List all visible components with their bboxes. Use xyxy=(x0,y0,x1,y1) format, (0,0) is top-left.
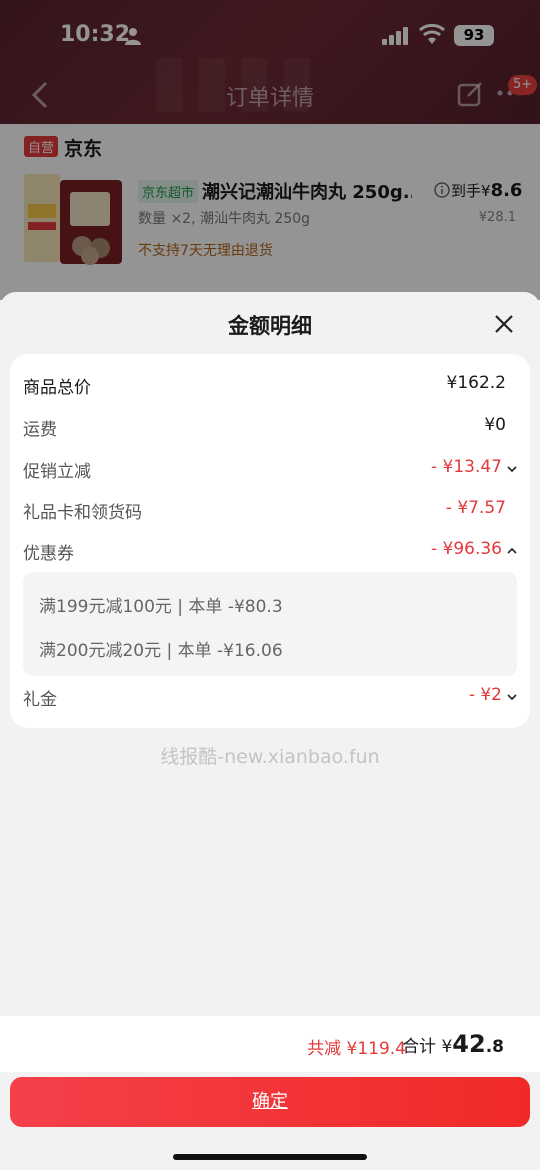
row-label: 优惠券 xyxy=(23,544,74,564)
amount-detail-sheet: 金额明细 商品总价 ¥162.2 运费 ¥0 促销立减 - ¥13.47 礼品卡… xyxy=(0,292,540,1170)
chevron-down-icon[interactable] xyxy=(506,463,518,475)
row-value: ¥162.2 xyxy=(446,373,506,393)
row-label: 商品总价 xyxy=(23,378,91,398)
watermark-text: 线报酷-new.xianbao.fun xyxy=(160,746,380,768)
summary-bar: 共减 ¥119.4 合计 ¥42.8 xyxy=(0,1016,540,1072)
coupon-details: 满199元减100元 | 本单 -¥80.3 满200元减20元 | 本单 -¥… xyxy=(23,572,517,676)
chevron-down-icon[interactable] xyxy=(506,691,518,703)
home-indicator xyxy=(173,1154,367,1160)
row-value: - ¥2 xyxy=(468,685,502,705)
confirm-button[interactable]: 确定 xyxy=(10,1077,530,1127)
row-label: 运费 xyxy=(23,420,57,440)
row-value: ¥0 xyxy=(484,415,506,435)
order-detail-background: ▮▮▮▮ 10:32 93 订单详情 5+ 自营 京东 京东超市 潮兴记潮汕牛肉… xyxy=(0,0,540,300)
row-label: 礼金 xyxy=(23,690,57,710)
row-subtotal: 商品总价 ¥162.2 xyxy=(10,370,530,400)
total-decimal: .8 xyxy=(485,1037,504,1057)
row-value: - ¥13.47 xyxy=(430,457,502,477)
dim-overlay[interactable] xyxy=(0,0,540,300)
sheet-title: 金额明细 xyxy=(228,314,312,338)
row-coupon[interactable]: 优惠券 - ¥96.36 xyxy=(10,536,530,566)
row-shipping: 运费 ¥0 xyxy=(10,412,530,442)
total-saved: 共减 ¥119.4 xyxy=(307,1039,406,1059)
row-label: 礼品卡和领货码 xyxy=(23,503,142,523)
total-label: 合计 ¥ xyxy=(402,1037,453,1057)
row-value: - ¥7.57 xyxy=(445,498,506,518)
row-cash-gift[interactable]: 礼金 - ¥2 xyxy=(10,682,530,712)
row-value: - ¥96.36 xyxy=(430,539,502,559)
total-integer: 42 xyxy=(452,1030,486,1058)
coupon-item: 满199元减100元 | 本单 -¥80.3 xyxy=(39,597,283,617)
amount-breakdown-card: 商品总价 ¥162.2 运费 ¥0 促销立减 - ¥13.47 礼品卡和领货码 … xyxy=(10,354,530,728)
coupon-item: 满200元减20元 | 本单 -¥16.06 xyxy=(39,641,283,661)
row-promotion[interactable]: 促销立减 - ¥13.47 xyxy=(10,454,530,484)
close-icon[interactable] xyxy=(492,312,516,336)
chevron-up-icon[interactable] xyxy=(506,545,518,557)
total-amount: 合计 ¥42.8 xyxy=(402,1030,504,1058)
row-label: 促销立减 xyxy=(23,462,91,482)
row-gift-card: 礼品卡和领货码 - ¥7.57 xyxy=(10,495,530,525)
